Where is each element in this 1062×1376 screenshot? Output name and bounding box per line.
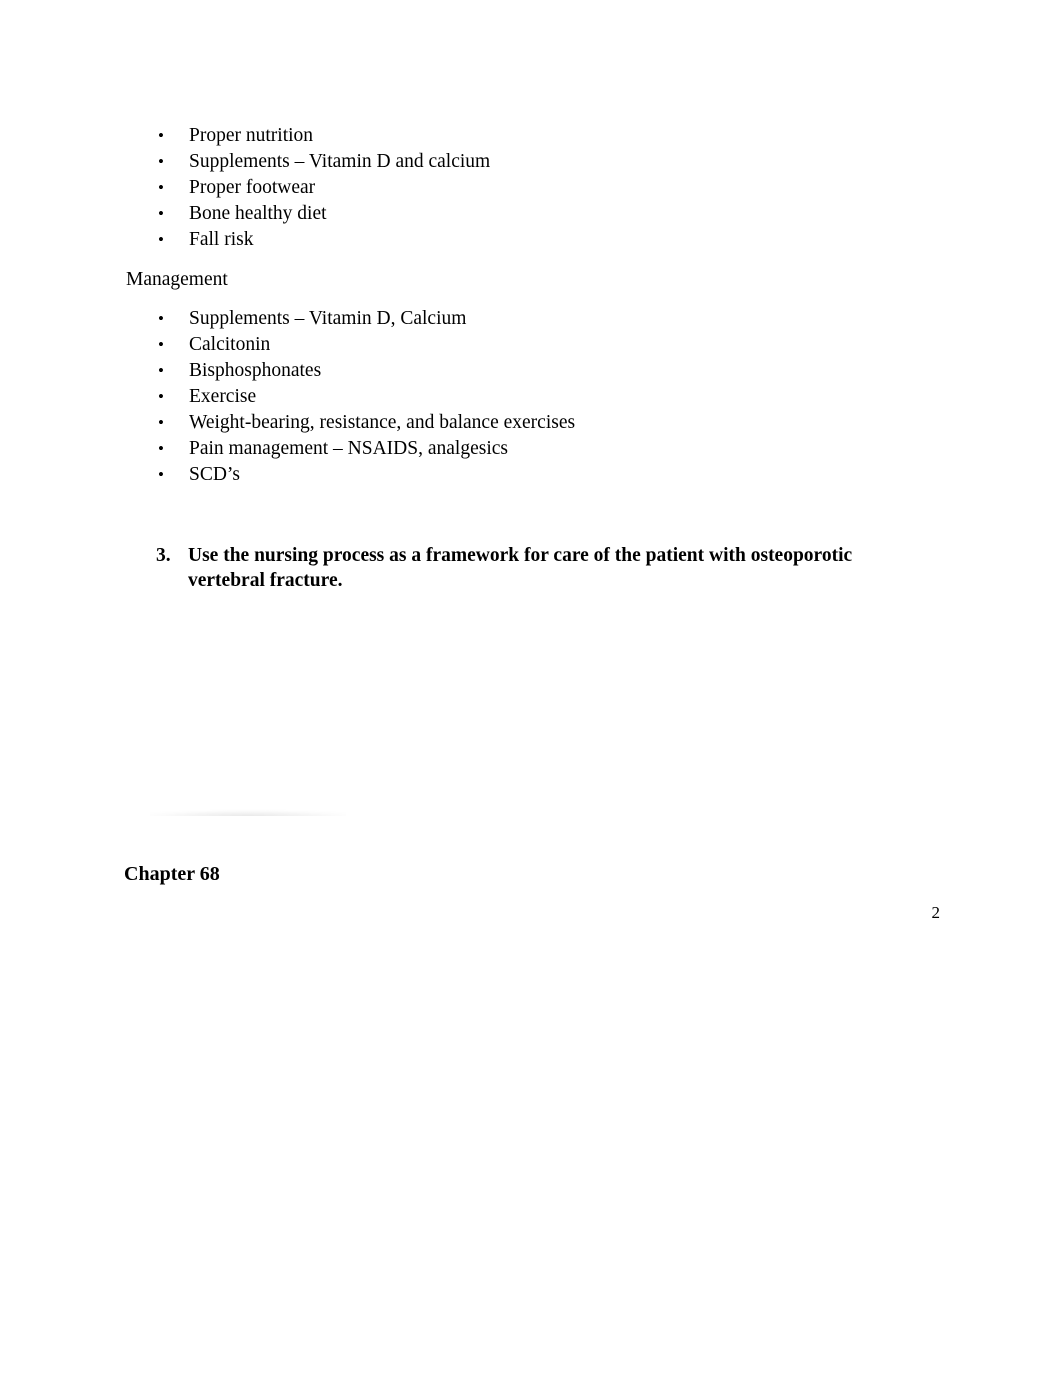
list-item: • Bone healthy diet — [126, 201, 490, 227]
bullet-icon: • — [158, 465, 164, 484]
list-item: • SCD’s — [126, 462, 575, 488]
bullet-icon: • — [158, 309, 164, 328]
numbered-list-item: 3. Use the nursing process as a framewor… — [126, 543, 916, 593]
bullet-icon: • — [158, 178, 164, 197]
list-item: • Calcitonin — [126, 332, 575, 358]
list-item-label: SCD’s — [189, 464, 240, 485]
management-heading: Management — [126, 269, 228, 290]
list-item-label: Weight-bearing, resistance, and balance … — [189, 412, 576, 433]
list-item-label: Fall risk — [189, 229, 254, 250]
bullet-icon: • — [158, 126, 164, 145]
numbered-item-label: Use the nursing process as a framework f… — [188, 545, 853, 591]
list-item-label: Supplements – Vitamin D, Calcium — [189, 308, 467, 329]
numbered-objective-list: 3. Use the nursing process as a framewor… — [126, 543, 916, 593]
bullet-icon: • — [158, 387, 164, 406]
list-item-label: Bone healthy diet — [189, 203, 327, 224]
list-item: • Proper footwear — [126, 175, 490, 201]
bullet-icon: • — [158, 152, 164, 171]
list-item: • Fall risk — [126, 227, 490, 253]
bullet-icon: • — [158, 230, 164, 249]
list-item-label: Proper nutrition — [189, 125, 314, 146]
list-item: • Pain management – NSAIDS, analgesics — [126, 436, 575, 462]
list-item: • Exercise — [126, 384, 575, 410]
list-item-label: Bisphosphonates — [189, 360, 322, 381]
list-item: • Bisphosphonates — [126, 358, 575, 384]
list-number-marker: 3. — [156, 545, 171, 566]
bullet-icon: • — [158, 204, 164, 223]
list-item-label: Proper footwear — [189, 177, 316, 198]
list-item-label: Exercise — [189, 386, 257, 407]
bullet-icon: • — [158, 439, 164, 458]
page-number: 2 — [931, 903, 941, 922]
list-item: • Weight-bearing, resistance, and balanc… — [126, 410, 575, 436]
list-item: • Supplements – Vitamin D, Calcium — [126, 306, 575, 332]
chapter-heading: Chapter 68 — [124, 863, 220, 885]
list-item-label: Pain management – NSAIDS, analgesics — [189, 438, 508, 459]
prevention-bullet-list: • Proper nutrition • Supplements – Vitam… — [126, 123, 490, 253]
management-bullet-list: • Supplements – Vitamin D, Calcium • Cal… — [126, 306, 575, 488]
list-item-label: Calcitonin — [189, 334, 271, 355]
document-page: • Proper nutrition • Supplements – Vitam… — [0, 0, 1062, 1376]
list-item-label: Supplements – Vitamin D and calcium — [189, 151, 491, 172]
list-item: • Proper nutrition — [126, 123, 490, 149]
bullet-icon: • — [158, 361, 164, 380]
bullet-icon: • — [158, 335, 164, 354]
list-item: • Supplements – Vitamin D and calcium — [126, 149, 490, 175]
page-break-shadow — [150, 801, 346, 816]
bullet-icon: • — [158, 413, 164, 432]
